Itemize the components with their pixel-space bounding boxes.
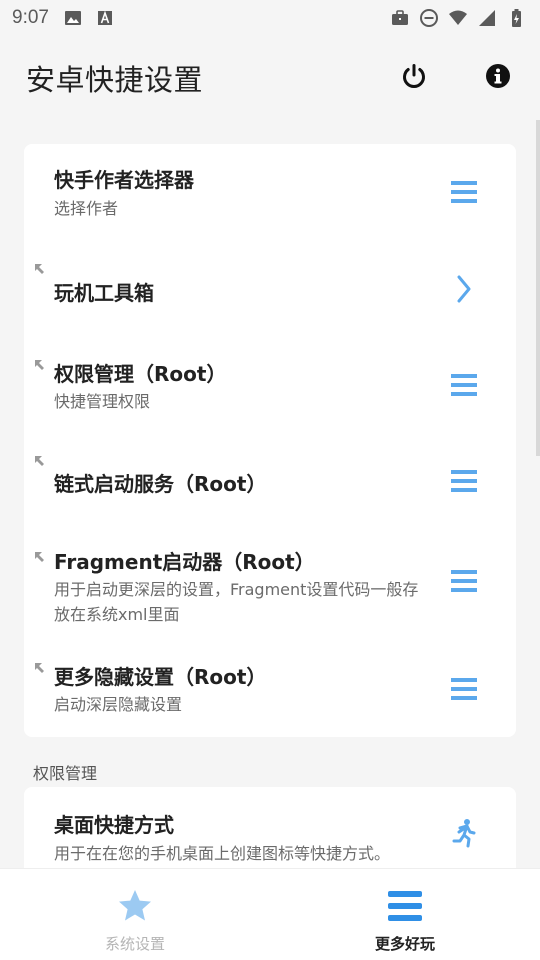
menu-icon bbox=[450, 567, 478, 595]
scrollbar[interactable] bbox=[536, 120, 540, 456]
running-man-icon bbox=[450, 819, 478, 848]
menu-icon bbox=[450, 178, 478, 206]
list-item-more-hidden-settings[interactable]: 更多隐藏设置（Root） 启动深层隐藏设置 bbox=[24, 638, 516, 737]
list-item-kuaishou-author-selector[interactable]: 快手作者选择器 选择作者 bbox=[24, 144, 516, 240]
star-icon bbox=[117, 887, 153, 925]
shortcut-mark-icon bbox=[35, 552, 44, 562]
item-title: 桌面快捷方式 bbox=[54, 813, 174, 837]
image-icon bbox=[64, 11, 81, 25]
tools-card: 快手作者选择器 选择作者 玩机工具箱 权限管理（Root） 快捷管理权限 链式启… bbox=[24, 144, 516, 737]
info-icon bbox=[486, 64, 510, 88]
status-bar: 9:07 bbox=[0, 0, 540, 36]
dnd-icon bbox=[420, 9, 438, 27]
item-title: Fragment启动器（Root） bbox=[54, 550, 315, 574]
signal-icon bbox=[479, 10, 495, 26]
shortcut-card: 桌面快捷方式 用于在在您的手机桌面上创建图标等快捷方式。 bbox=[24, 787, 516, 868]
list-item-fragment-launcher[interactable]: Fragment启动器（Root） 用于启动更深层的设置，Fragment设置代… bbox=[24, 528, 516, 638]
battery-charging-icon bbox=[512, 9, 521, 27]
shortcut-mark-icon bbox=[35, 264, 44, 274]
item-title: 权限管理（Root） bbox=[54, 362, 227, 386]
chevron-right-icon bbox=[450, 275, 478, 303]
briefcase-icon bbox=[392, 10, 408, 25]
bottom-nav: 系统设置 更多好玩 bbox=[0, 868, 540, 960]
tab-label: 更多好玩 bbox=[374, 935, 435, 953]
list-item-toolbox[interactable]: 玩机工具箱 bbox=[24, 240, 516, 336]
menu-icon bbox=[387, 887, 423, 925]
page-title: 安卓快捷设置 bbox=[26, 63, 204, 97]
item-desc: 启动深层隐藏设置 bbox=[54, 695, 183, 714]
item-title: 快手作者选择器 bbox=[54, 168, 194, 192]
section-label-permissions: 权限管理 bbox=[33, 764, 98, 783]
app-header: 安卓快捷设置 bbox=[0, 36, 540, 120]
settings-list[interactable]: 快手作者选择器 选择作者 玩机工具箱 权限管理（Root） 快捷管理权限 链式启… bbox=[0, 120, 540, 868]
item-desc: 选择作者 bbox=[54, 199, 119, 218]
power-button[interactable] bbox=[400, 62, 428, 90]
power-icon bbox=[403, 64, 425, 88]
list-item-permission-management[interactable]: 权限管理（Root） 快捷管理权限 bbox=[24, 336, 516, 432]
list-item-chain-start-service[interactable]: 链式启动服务（Root） bbox=[24, 432, 516, 528]
menu-icon bbox=[450, 467, 478, 495]
tab-label: 系统设置 bbox=[104, 935, 165, 953]
item-title: 玩机工具箱 bbox=[54, 281, 154, 305]
shortcut-mark-icon bbox=[35, 663, 44, 673]
shortcut-mark-icon bbox=[35, 456, 44, 466]
tab-system-settings[interactable]: 系统设置 bbox=[0, 869, 270, 960]
item-desc-line2: 放在系统xml里面 bbox=[54, 605, 180, 624]
status-time: 9:07 bbox=[12, 7, 49, 28]
item-title: 链式启动服务（Root） bbox=[54, 472, 267, 496]
shortcut-mark-icon bbox=[35, 360, 44, 370]
item-title: 更多隐藏设置（Root） bbox=[54, 665, 267, 689]
menu-icon bbox=[450, 371, 478, 399]
tab-more-fun[interactable]: 更多好玩 bbox=[270, 869, 540, 960]
item-desc-line1: 用于启动更深层的设置，Fragment设置代码一般存 bbox=[54, 580, 419, 599]
item-desc: 用于在在您的手机桌面上创建图标等快捷方式。 bbox=[54, 844, 391, 863]
wifi-icon bbox=[449, 10, 467, 25]
font-a-icon bbox=[97, 10, 112, 25]
menu-icon bbox=[450, 675, 478, 703]
info-button[interactable] bbox=[484, 62, 512, 90]
list-item-desktop-shortcut[interactable]: 桌面快捷方式 用于在在您的手机桌面上创建图标等快捷方式。 bbox=[24, 787, 516, 868]
item-desc: 快捷管理权限 bbox=[54, 392, 151, 411]
